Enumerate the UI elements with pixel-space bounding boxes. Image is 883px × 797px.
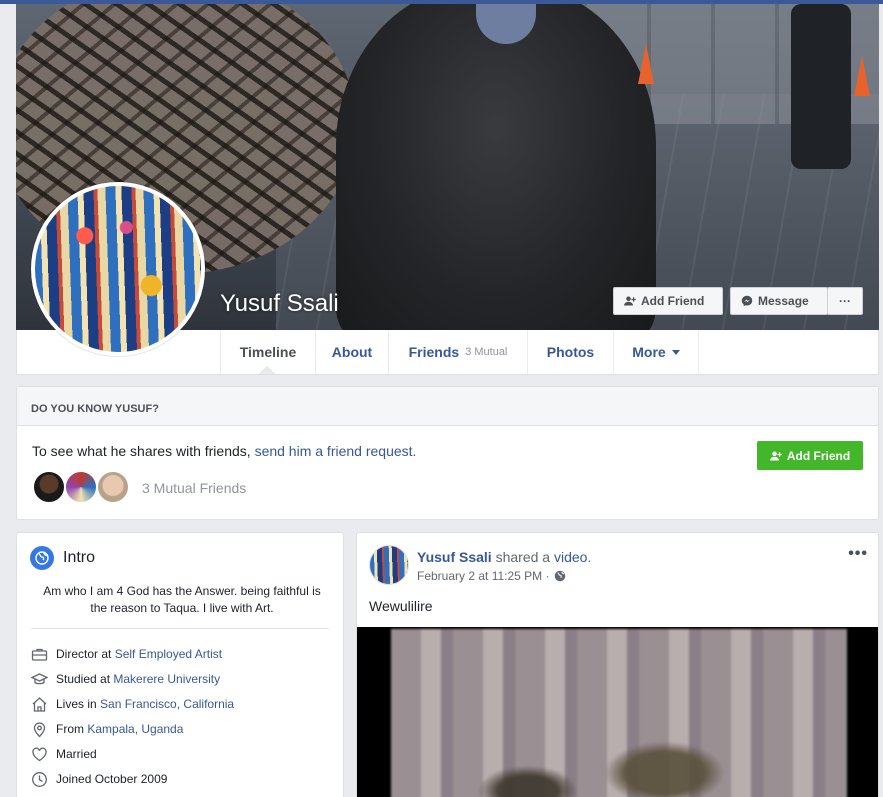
globe-icon [554,570,565,582]
location-pin-icon [33,721,46,737]
intro-item-joined: Joined October 2009 [31,770,167,788]
heart-icon [32,747,47,761]
intro-item-text: Joined October 2009 [56,772,168,786]
tab-more-label: More [632,344,666,360]
add-friend-green-button[interactable]: Add Friend [757,441,863,470]
mutual-friends-avatars [32,470,130,504]
traffic-cone [854,56,870,96]
add-friend-green-label: Add Friend [786,448,851,463]
intro-title: Intro [63,549,96,566]
home-icon [32,696,47,712]
intro-item-work: Director at Self Employed Artist [31,645,222,663]
friend-request-prompt-text: To see what he shares with friends, [32,443,255,459]
mutual-friends-link[interactable]: 3 Mutual Friends [142,480,246,496]
cover-walker [791,4,851,169]
chevron-down-icon [671,349,680,355]
avatar[interactable] [96,470,130,504]
profile-picture-art [35,186,201,352]
post-menu-button[interactable]: ••• [848,545,868,563]
profile-name[interactable]: Yusuf Ssali [220,290,339,318]
tab-photos-label: Photos [546,344,595,360]
tab-friends[interactable]: Friends 3 Mutual [388,330,527,374]
post-author-link[interactable]: Yusuf Ssali [417,549,492,565]
intro-bio: Am who I am 4 God has the Answer. being … [43,584,321,615]
avatar[interactable] [32,470,66,504]
video-frame [391,629,847,797]
post-object-link[interactable]: video [554,549,587,565]
more-dots: ··· [839,294,851,308]
intro-item-link[interactable]: San Francisco, California [100,697,234,711]
post-header: Yusuf Ssali shared a video. [417,549,591,565]
friend-request-prompt: To see what he shares with friends, send… [32,443,416,459]
cover-person [336,4,656,330]
intro-item-link[interactable]: Self Employed Artist [115,647,222,661]
intro-item-relationship: Married [31,745,97,763]
intro-card: Intro Am who I am 4 God has the Answer. … [16,532,344,797]
traffic-cone [638,44,654,84]
tab-timeline-label: Timeline [239,344,297,360]
briefcase-icon [31,648,48,661]
intro-item-from: From Kampala, Uganda [31,720,183,738]
tab-photos[interactable]: Photos [527,330,613,374]
do-you-know-heading: DO YOU KNOW YUSUF? [17,387,878,426]
tab-about[interactable]: About [315,330,388,374]
avatar[interactable] [369,545,409,585]
tab-more[interactable]: More [613,330,699,374]
feed-post: Yusuf Ssali shared a video. February 2 a… [356,532,879,797]
do-you-know-box: DO YOU KNOW YUSUF? To see what he shares… [16,386,879,520]
globe-icon [30,546,54,570]
intro-item-text: Studied at [56,672,114,686]
intro-item-education: Studied at Makerere University [31,670,220,688]
add-friend-button[interactable]: Add Friend [613,287,723,315]
add-person-icon [624,296,636,306]
intro-item-text: Married [56,747,97,761]
video-player[interactable] [357,627,878,797]
intro-item-text: From [56,722,88,736]
send-friend-request-link[interactable]: send him a friend request. [255,443,417,459]
post-action-text: shared a [491,549,554,565]
add-person-icon [769,451,782,460]
more-options-button[interactable]: ··· [827,287,863,315]
post-period: . [587,549,592,565]
tab-about-label: About [331,344,373,360]
post-timestamp[interactable]: February 2 at 11:25 PM · [417,569,566,583]
active-tab-pointer [259,366,275,374]
intro-item-link[interactable]: Makerere University [113,672,220,686]
messenger-icon [741,295,753,307]
intro-item-lives: Lives in San Francisco, California [31,695,234,713]
tab-friends-label: Friends [408,344,460,360]
message-label: Message [758,294,809,308]
add-friend-label: Add Friend [641,294,705,308]
intro-item-text: Director at [56,647,115,661]
message-button[interactable]: Message [730,287,828,315]
intro-header: Intro [30,546,95,570]
tab-friends-mutual-count: 3 Mutual [465,346,508,358]
intro-item-text: Lives in [56,697,101,711]
profile-picture[interactable] [31,182,205,356]
intro-item-link[interactable]: Kampala, Uganda [87,722,183,736]
graduation-cap-icon [31,672,48,684]
clock-icon [32,771,47,787]
post-text: Wewulilire [369,598,433,614]
post-time-text: February 2 at 11:25 PM · [417,569,550,583]
avatar[interactable] [64,470,98,504]
intro-divider [31,628,329,629]
